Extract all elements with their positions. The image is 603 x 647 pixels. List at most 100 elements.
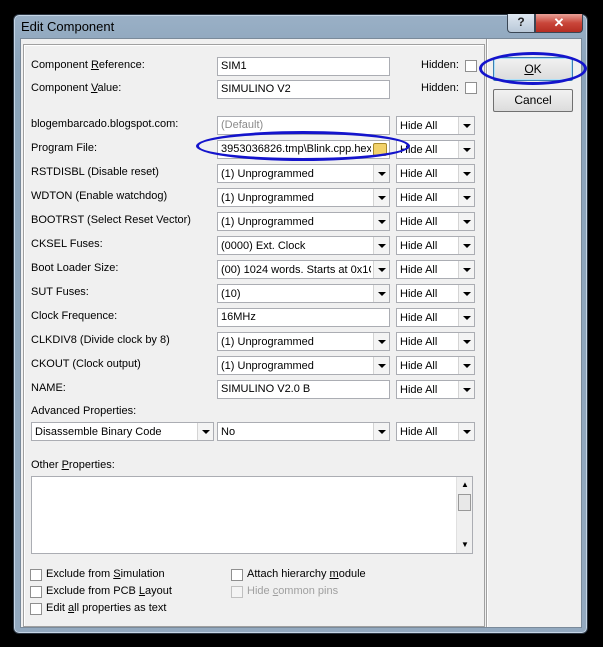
visibility-text: Hide All [400, 120, 438, 132]
value-hidden-checkbox[interactable] [465, 82, 477, 94]
advanced-property-value: Disassemble Binary Code [35, 426, 162, 438]
property-label: Boot Loader Size: [31, 262, 119, 274]
hide-common-pins-checkbox [231, 586, 243, 598]
property-value-input[interactable]: SIMULINO V2.0 B [217, 380, 390, 399]
reference-hidden-checkbox[interactable] [465, 60, 477, 72]
property-value-text: (Default) [221, 119, 264, 131]
chevron-down-icon [458, 189, 474, 206]
visibility-select[interactable]: Hide All [396, 260, 475, 279]
chevron-down-icon [373, 237, 389, 254]
folder-icon[interactable] [373, 143, 387, 156]
chevron-down-icon [458, 213, 474, 230]
property-value-select[interactable]: (1) Unprogrammed [217, 188, 390, 207]
chevron-down-icon [458, 261, 474, 278]
property-value-text: (1) Unprogrammed [221, 336, 314, 348]
scroll-down-icon[interactable]: ▼ [461, 540, 469, 549]
cancel-button[interactable]: Cancel [493, 89, 573, 112]
chevron-down-icon [373, 261, 389, 278]
close-button[interactable]: ✕ [535, 14, 583, 33]
panel-separator [486, 39, 488, 627]
advanced-value-select[interactable]: No [217, 422, 390, 441]
chevron-down-icon [458, 381, 474, 398]
property-value-text: (1) Unprogrammed [221, 192, 314, 204]
property-value-text: (10) [221, 288, 241, 300]
property-label: Clock Frequence: [31, 310, 118, 322]
scrollbar-thumb[interactable] [458, 494, 471, 511]
chevron-down-icon [373, 357, 389, 374]
property-label: BOOTRST (Select Reset Vector) [31, 214, 191, 226]
ok-button[interactable]: OK [493, 57, 573, 81]
advanced-visibility-text: Hide All [400, 426, 438, 438]
chevron-down-icon [197, 423, 213, 440]
visibility-text: Hide All [400, 288, 438, 300]
visibility-text: Hide All [400, 240, 438, 252]
value-hidden-label: Hidden: [421, 82, 459, 94]
property-label: CKSEL Fuses: [31, 238, 103, 250]
visibility-select[interactable]: Hide All [396, 212, 475, 231]
property-label: WDTON (Enable watchdog) [31, 190, 168, 202]
visibility-select[interactable]: Hide All [396, 308, 475, 327]
exclude-pcb-checkbox[interactable] [30, 586, 42, 598]
component-reference-input[interactable]: SIM1 [217, 57, 390, 76]
exclude-simulation-label: Exclude from Simulation [46, 568, 165, 580]
component-reference-label: Component Reference: [31, 59, 145, 71]
help-button[interactable]: ? [507, 14, 535, 33]
visibility-select[interactable]: Hide All [396, 332, 475, 351]
visibility-select[interactable]: Hide All [396, 164, 475, 183]
chevron-down-icon [373, 285, 389, 302]
property-value-select[interactable]: (1) Unprogrammed [217, 212, 390, 231]
scroll-up-icon[interactable]: ▲ [461, 480, 469, 489]
property-value-text: (1) Unprogrammed [221, 216, 314, 228]
exclude-pcb-label: Exclude from PCB Layout [46, 585, 172, 597]
chevron-down-icon [373, 189, 389, 206]
chevron-down-icon [373, 333, 389, 350]
property-label: RSTDISBL (Disable reset) [31, 166, 159, 178]
visibility-select[interactable]: Hide All [396, 284, 475, 303]
attach-hierarchy-checkbox[interactable] [231, 569, 243, 581]
chevron-down-icon [458, 423, 474, 440]
advanced-property-select[interactable]: Disassemble Binary Code [31, 422, 214, 441]
visibility-select[interactable]: Hide All [396, 356, 475, 375]
property-value-select[interactable]: (1) Unprogrammed [217, 164, 390, 183]
exclude-simulation-checkbox[interactable] [30, 569, 42, 581]
property-value-text: 3953036826.tmp\Blink.cpp.hex [221, 143, 371, 155]
component-value-input[interactable]: SIMULINO V2 [217, 80, 390, 99]
property-value-select[interactable]: (00) 1024 words. Starts at 0x1C( [217, 260, 390, 279]
advanced-value-text: No [221, 426, 236, 438]
chevron-down-icon [458, 117, 474, 134]
edit-all-label: Edit all properties as text [46, 602, 167, 614]
property-value-text: SIMULINO V2.0 B [221, 383, 311, 395]
visibility-text: Hide All [400, 216, 438, 228]
other-properties-scrollbar[interactable]: ▲ ▼ [456, 477, 472, 553]
property-value-select[interactable]: (10) [217, 284, 390, 303]
visibility-text: Hide All [400, 168, 438, 180]
visibility-select[interactable]: Hide All [396, 116, 475, 135]
program-file-input[interactable]: 3953036826.tmp\Blink.cpp.hex [217, 140, 390, 159]
property-value-select[interactable]: (1) Unprogrammed [217, 356, 390, 375]
visibility-text: Hide All [400, 336, 438, 348]
edit-all-checkbox[interactable] [30, 603, 42, 615]
window-title: Edit Component [21, 19, 115, 34]
chevron-down-icon [373, 423, 389, 440]
attach-hierarchy-label: Attach hierarchy module [247, 568, 366, 580]
property-value-select[interactable]: (0000) Ext. Clock [217, 236, 390, 255]
property-value-text: (1) Unprogrammed [221, 168, 314, 180]
other-properties-label: Other Properties: [31, 459, 115, 471]
advanced-visibility-select[interactable]: Hide All [396, 422, 475, 441]
chevron-down-icon [458, 165, 474, 182]
property-label: SUT Fuses: [31, 286, 89, 298]
property-value-text: 16MHz [221, 311, 256, 323]
visibility-select[interactable]: Hide All [396, 380, 475, 399]
property-value-input[interactable]: (Default) [217, 116, 390, 135]
visibility-select[interactable]: Hide All [396, 140, 475, 159]
property-value-input[interactable]: 16MHz [217, 308, 390, 327]
advanced-properties-label: Advanced Properties: [31, 405, 137, 417]
other-properties-textarea[interactable] [31, 476, 473, 554]
property-label: blogembarcado.blogspot.com: [31, 118, 179, 130]
property-label: Program File: [31, 142, 98, 154]
chevron-down-icon [458, 333, 474, 350]
visibility-text: Hide All [400, 192, 438, 204]
visibility-select[interactable]: Hide All [396, 236, 475, 255]
visibility-select[interactable]: Hide All [396, 188, 475, 207]
property-value-select[interactable]: (1) Unprogrammed [217, 332, 390, 351]
